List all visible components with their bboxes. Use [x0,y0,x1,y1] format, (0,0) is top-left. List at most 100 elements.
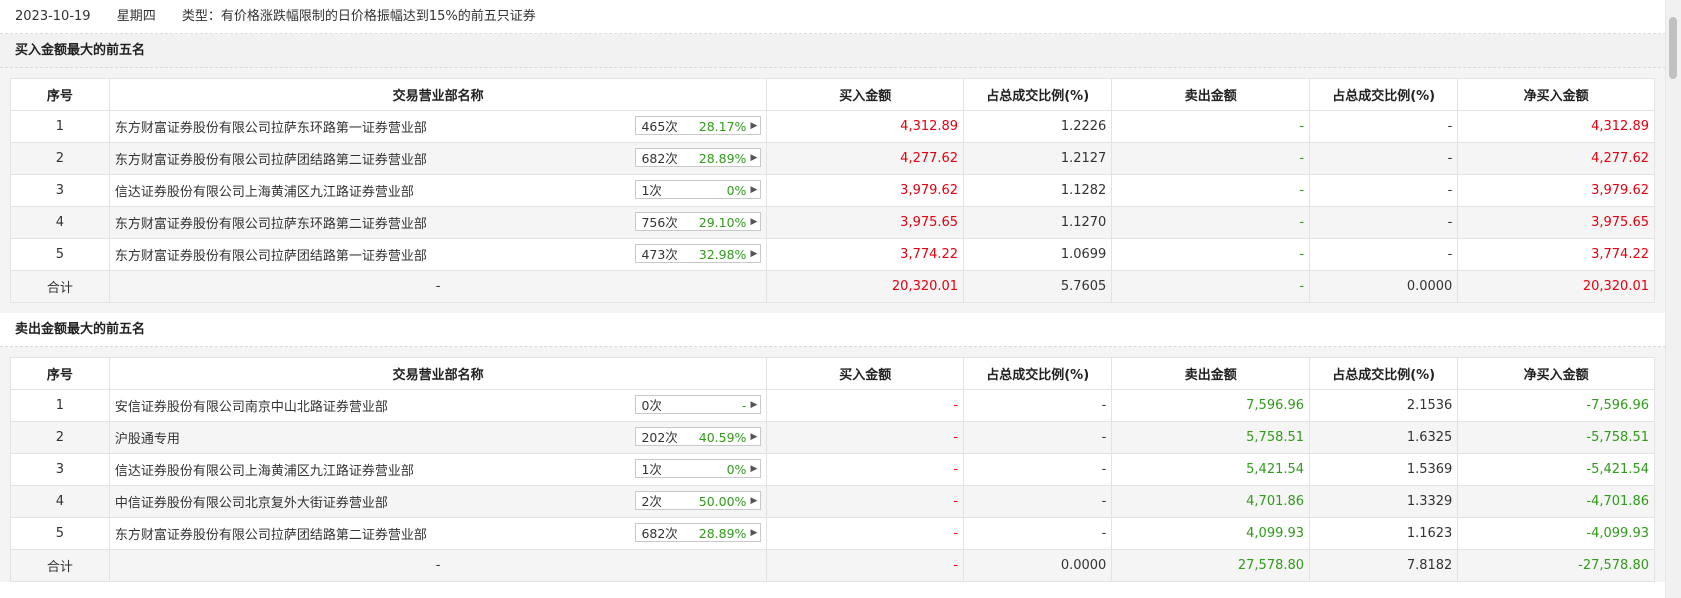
col-header-net: 净买入金额 [1457,357,1655,390]
buy-amount: - [766,517,965,550]
sell-amount: - [1111,238,1311,271]
sell-section-title: 卖出金额最大的前五名 [0,313,1666,347]
table-row: 3 信达证券股份有限公司上海黄浦区九江路证券营业部 1次 0% ▶ 3,979.62 1.1… [10,174,1655,207]
win-rate: 29.10% [698,215,747,230]
sell-table: 序号 交易营业部名称 买入金额 占总成交比例(%) 卖出金额 占总成交比例(%)… [10,357,1655,582]
branch-name: 信达证券股份有限公司上海黄浦区九江路证券营业部 [114,185,414,200]
listing-count: 1次 [641,183,662,198]
total-sell-amount: - [1111,270,1311,303]
sell-amount: - [1111,206,1311,239]
sell-ratio: 2.1536 [1309,389,1459,422]
weekday: 星期四 [116,9,156,24]
listing-count: 473次 [641,247,678,262]
row-number: 3 [10,174,110,207]
listing-count: 2次 [641,494,662,509]
win-rate: 28.89% [698,151,747,166]
total-branch: - [108,270,768,303]
col-header-sell-pct: 占总成交比例(%) [1309,357,1459,390]
table-row: 2 沪股通专用 202次 40.59% ▶ - -5,758.51 1.6325 -5,758.… [10,421,1655,454]
buy-ratio: - [963,453,1113,486]
net-buy-amount: 4,277.62 [1457,142,1655,175]
net-buy-amount: -7,596.96 [1457,389,1655,422]
chevron-right-icon: ▶ [750,496,758,506]
total-buy-amount: - [766,549,965,582]
buy-amount: 3,979.62 [766,174,965,207]
sell-ratio: - [1309,206,1459,239]
row-number: 1 [10,110,110,143]
branch-stats-button[interactable]: 682次 28.89% ▶ [635,523,762,542]
branch-name: 东方财富证券股份有限公司拉萨团结路第二证券营业部 [114,153,427,168]
sell-ratio: - [1309,238,1459,271]
buy-section-title: 买入金额最大的前五名 [0,34,1666,68]
col-header-no: 序号 [10,78,110,111]
chevron-right-icon: ▶ [750,153,758,163]
net-buy-amount: 3,774.22 [1457,238,1655,271]
buy-amount: - [766,389,965,422]
branch-name: 东方财富证券股份有限公司拉萨团结路第二证券营业部 [114,528,427,543]
sell-ratio: 1.6325 [1309,421,1459,454]
col-header-buy: 买入金额 [766,357,965,390]
chevron-right-icon: ▶ [750,185,758,195]
sell-ratio: - [1309,110,1459,143]
win-rate: 50.00% [698,494,747,509]
win-rate: 32.98% [698,247,747,262]
buy-ratio: - [963,389,1113,422]
scrollbar-thumb[interactable] [1669,17,1677,79]
buy-table-body: 1 东方财富证券股份有限公司拉萨东环路第一证券营业部 465次 28.17% ▶ 4,31… [10,110,1655,303]
branch-cell: 东方财富证券股份有限公司拉萨团结路第二证券营业部 682次 28.89% ▶ [108,517,768,550]
branch-cell: 沪股通专用 202次 40.59% ▶ [108,421,768,454]
table-row: 4 东方财富证券股份有限公司拉萨东环路第二证券营业部 756次 29.10% ▶ 3,97… [10,206,1655,239]
listing-count: 682次 [641,151,678,166]
branch-stats-button[interactable]: 1次 0% ▶ [635,180,762,199]
branch-stats-button[interactable]: 682次 28.89% ▶ [635,148,762,167]
branch-stats-button[interactable]: 465次 28.17% ▶ [635,116,762,135]
sell-table-wrap: 序号 交易营业部名称 买入金额 占总成交比例(%) 卖出金额 占总成交比例(%)… [0,347,1666,582]
sell-amount: - [1111,110,1311,143]
page: 2023-10-19 星期四 类型：有价格涨跌幅限制的日价格振幅达到15%的前五… [0,0,1666,598]
chevron-right-icon: ▶ [750,121,758,131]
branch-cell: 东方财富证券股份有限公司拉萨团结路第二证券营业部 682次 28.89% ▶ [108,142,768,175]
total-sell-amount: 27,578.80 [1111,549,1311,582]
branch-stats-button[interactable]: 756次 29.10% ▶ [635,212,762,231]
branch-stats-button[interactable]: 2次 50.00% ▶ [635,491,762,510]
col-header-sell: 卖出金额 [1111,78,1311,111]
total-buy-amount: 20,320.01 [766,270,965,303]
row-number: 3 [10,453,110,486]
branch-stats-button[interactable]: 202次 40.59% ▶ [635,427,762,446]
total-label: 合计 [10,270,110,303]
branch-cell: 中信证券股份有限公司北京复外大街证券营业部 2次 50.00% ▶ [108,485,768,518]
branch-cell: 东方财富证券股份有限公司拉萨团结路第一证券营业部 473次 32.98% ▶ [108,238,768,271]
total-branch: - [108,549,768,582]
win-rate: 0% [726,183,747,198]
net-buy-amount: -5,421.54 [1457,453,1655,486]
vertical-scrollbar[interactable] [1665,0,1681,598]
listing-count: 756次 [641,215,678,230]
type-description: 类型：有价格涨跌幅限制的日价格振幅达到15%的前五只证券 [181,9,536,24]
col-header-buy: 买入金额 [766,78,965,111]
branch-stats-button[interactable]: 473次 32.98% ▶ [635,244,762,263]
branch-stats-button[interactable]: 0次 - ▶ [635,395,762,414]
sell-amount: - [1111,174,1311,207]
sell-amount: 7,596.96 [1111,389,1311,422]
total-label: 合计 [10,549,110,582]
col-header-no: 序号 [10,357,110,390]
buy-ratio: - [963,485,1113,518]
listing-count: 682次 [641,526,678,541]
table-row: 1 东方财富证券股份有限公司拉萨东环路第一证券营业部 465次 28.17% ▶ 4,31… [10,110,1655,143]
sell-ratio: 1.5369 [1309,453,1459,486]
total-buy-ratio: 5.7605 [963,270,1113,303]
branch-stats-button[interactable]: 1次 0% ▶ [635,459,762,478]
branch-cell: 东方财富证券股份有限公司拉萨东环路第二证券营业部 756次 29.10% ▶ [108,206,768,239]
col-header-sell: 卖出金额 [1111,357,1311,390]
buy-ratio: 1.0699 [963,238,1113,271]
table-row: 1 安信证券股份有限公司南京中山北路证券营业部 0次 - ▶ - -7,596.96 2.15… [10,389,1655,422]
buy-amount: - [766,421,965,454]
listing-count: 465次 [641,119,678,134]
sell-ratio: - [1309,142,1459,175]
col-header-branch: 交易营业部名称 [108,357,768,390]
sell-amount: 5,421.54 [1111,453,1311,486]
chevron-right-icon: ▶ [750,464,758,474]
table-row: 2 东方财富证券股份有限公司拉萨团结路第二证券营业部 682次 28.89% ▶ 4,27… [10,142,1655,175]
branch-name: 东方财富证券股份有限公司拉萨东环路第二证券营业部 [114,217,427,232]
sell-ratio: - [1309,174,1459,207]
